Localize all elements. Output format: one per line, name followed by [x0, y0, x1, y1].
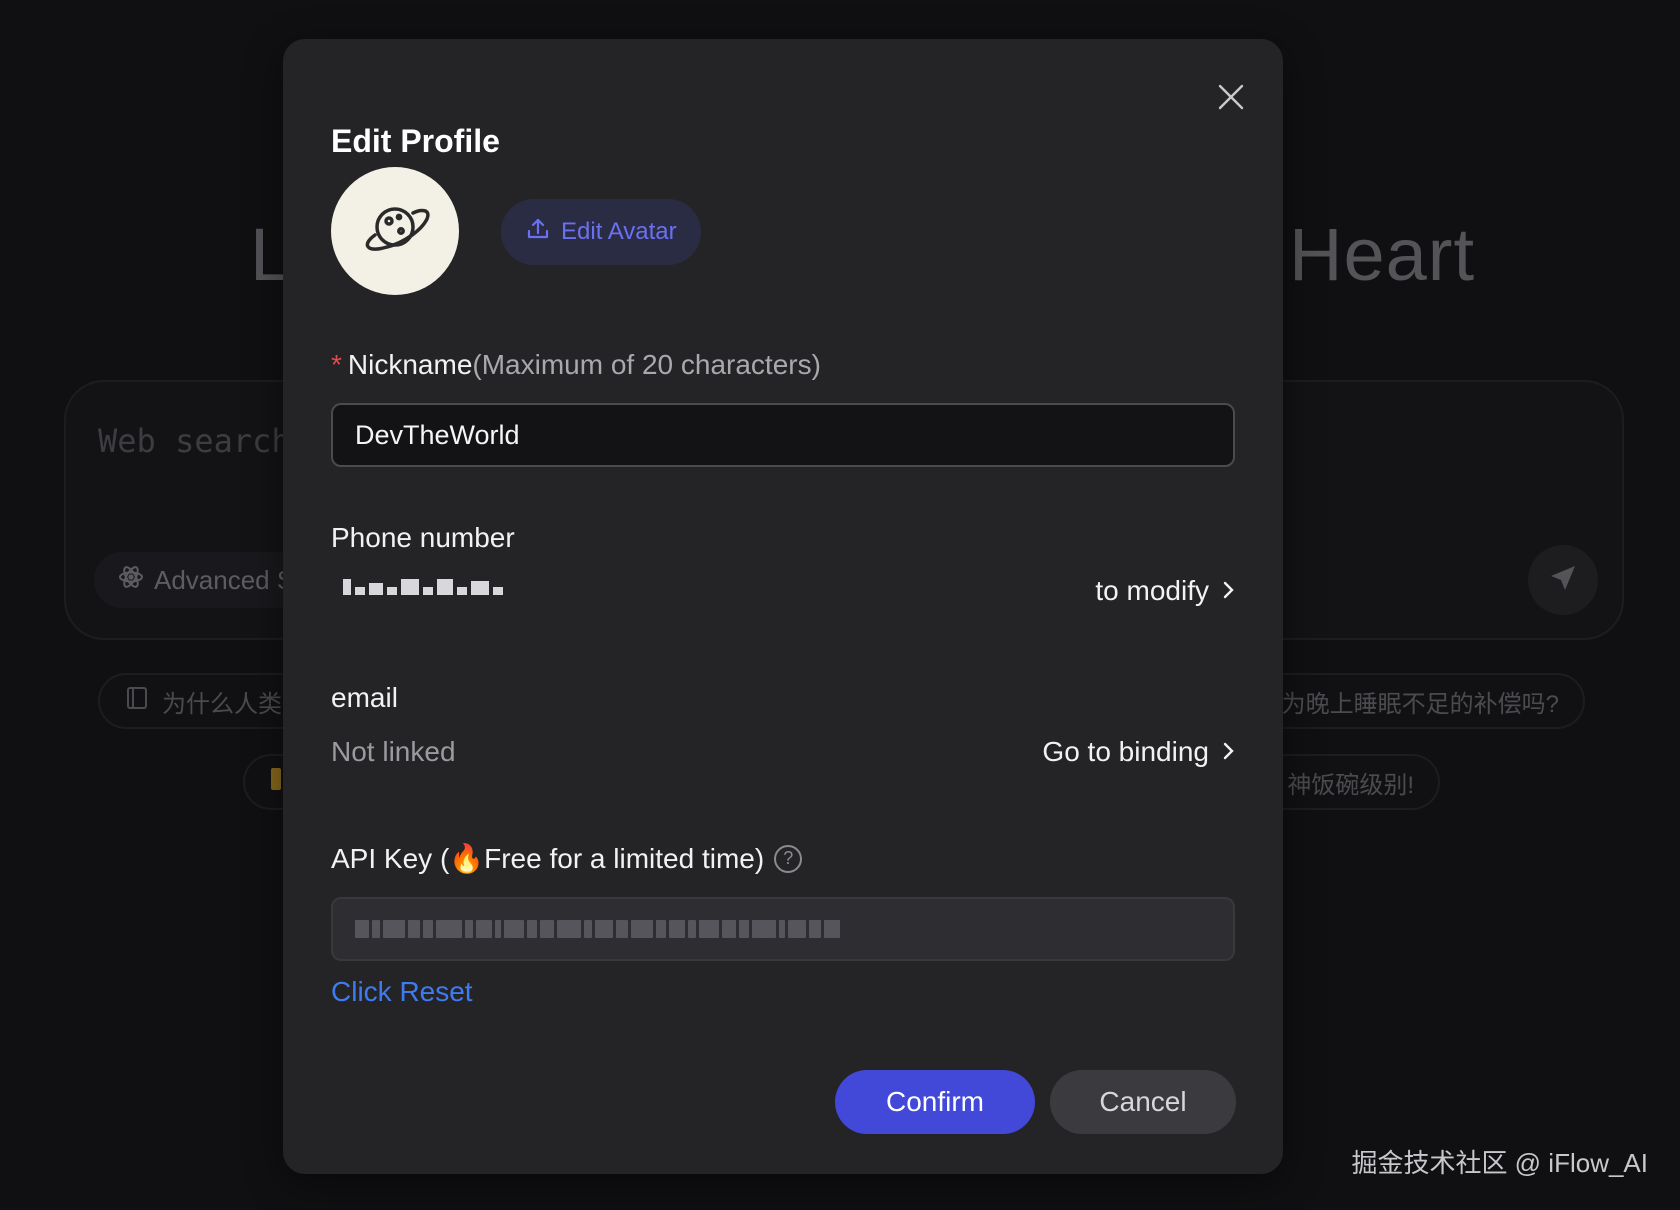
nickname-hint: (Maximum of 20 characters) — [472, 349, 821, 380]
phone-label: Phone number — [331, 522, 515, 553]
edit-avatar-button[interactable]: Edit Avatar — [501, 199, 701, 265]
phone-value-masked — [343, 579, 503, 595]
close-icon — [1216, 82, 1246, 117]
api-key-field-masked[interactable] — [331, 897, 1235, 961]
planet-icon — [357, 191, 433, 272]
required-mark: * — [331, 349, 342, 380]
confirm-button[interactable]: Confirm — [835, 1070, 1035, 1134]
nickname-input[interactable] — [331, 403, 1235, 467]
modify-phone-link[interactable]: to modify — [1095, 575, 1235, 607]
edit-profile-modal: Edit Profile Edit Avatar * Nickname(Maxi… — [283, 39, 1283, 1174]
edit-avatar-label: Edit Avatar — [561, 218, 677, 245]
email-binding-link[interactable]: Go to binding — [1042, 736, 1235, 768]
watermark: 掘金技术社区 @ iFlow_AI — [1351, 1148, 1648, 1178]
close-button[interactable] — [1209, 77, 1253, 121]
email-label: email — [331, 682, 398, 713]
modal-title: Edit Profile — [331, 123, 500, 159]
api-key-label-text: API Key (🔥Free for a limited time) — [331, 843, 765, 874]
chevron-right-icon — [1223, 736, 1235, 768]
page: L Heart Web search Advanced Se 为什么人类 为晚上… — [0, 0, 1680, 1210]
avatar — [331, 167, 459, 295]
cancel-button[interactable]: Cancel — [1050, 1070, 1236, 1134]
api-key-label: API Key (🔥Free for a limited time) ? — [331, 842, 803, 875]
email-value: Not linked — [331, 736, 456, 767]
help-icon[interactable]: ? — [774, 844, 803, 873]
chevron-right-icon — [1223, 575, 1235, 607]
modify-phone-label: to modify — [1095, 575, 1209, 606]
email-binding-label: Go to binding — [1042, 736, 1209, 767]
nickname-label-text: Nickname — [347, 349, 473, 380]
reset-api-key-link[interactable]: Click Reset — [331, 976, 473, 1008]
upload-icon — [525, 216, 551, 249]
nickname-label: * Nickname(Maximum of 20 characters) — [331, 349, 821, 381]
